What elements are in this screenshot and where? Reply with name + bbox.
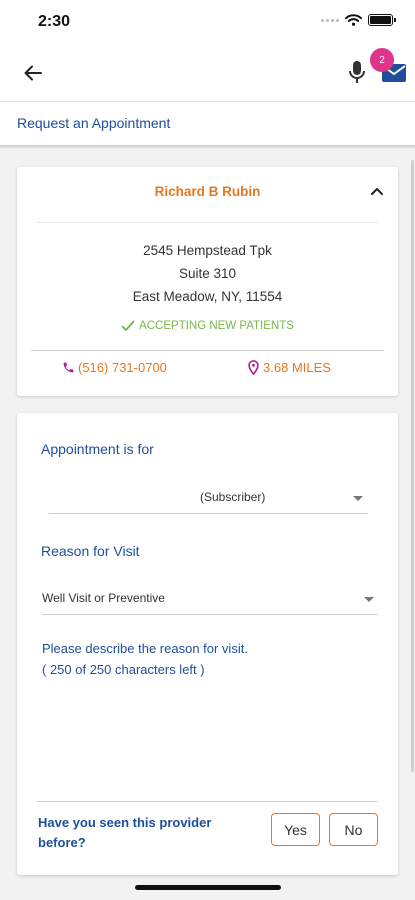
no-button[interactable]: No: [329, 813, 378, 846]
reason-value: Well Visit or Preventive: [42, 591, 165, 605]
phone-link[interactable]: (516) 731-0700: [62, 360, 167, 375]
accepting-status: ACCEPTING NEW PATIENTS: [17, 320, 398, 332]
address-suite: Suite 310: [178, 266, 237, 281]
status-bar: 2:30: [0, 0, 415, 44]
yes-button[interactable]: Yes: [271, 813, 320, 846]
header-shadow: [0, 145, 415, 149]
appointment-for-label: Appointment is for: [41, 441, 154, 457]
reason-label: Reason for Visit: [41, 543, 140, 559]
character-counter: ( 250 of 250 characters left ): [42, 662, 205, 677]
appointment-form: Appointment is for (Subscriber) Reason f…: [17, 413, 398, 875]
provider-name: Richard B Rubin: [154, 184, 261, 199]
appointment-for-value: (Subscriber): [200, 490, 266, 504]
notification-badge: 2: [370, 48, 394, 72]
distance-link[interactable]: 3.68 MILES: [248, 360, 331, 375]
card-divider: [37, 222, 378, 223]
scroll-indicator[interactable]: [411, 160, 414, 772]
form-divider: [37, 801, 378, 802]
check-icon: [121, 320, 135, 331]
back-button[interactable]: [20, 60, 46, 86]
arrow-left-icon: [24, 65, 42, 81]
collapse-button[interactable]: [368, 183, 386, 199]
microphone-icon: [349, 61, 365, 83]
dropdown-arrow-icon: [364, 597, 374, 602]
address-street: 2545 Hempstead Tpk: [143, 243, 272, 258]
dropdown-arrow-icon: [353, 496, 363, 501]
status-icons: [321, 14, 396, 26]
appointment-for-select[interactable]: (Subscriber): [49, 484, 368, 514]
signal-icon: [321, 18, 339, 22]
status-time: 2:30: [38, 13, 71, 30]
page-title: Request an Appointment: [17, 115, 171, 131]
contact-row: (516) 731-0700 3.68 MILES: [17, 360, 398, 378]
nav-bar: 2: [0, 44, 415, 102]
contact-divider: [31, 350, 384, 351]
description-placeholder: Please describe the reason for visit.: [42, 641, 248, 656]
accepting-text: ACCEPTING NEW PATIENTS: [139, 320, 294, 332]
voice-search-button[interactable]: [346, 58, 368, 88]
phone-number: (516) 731-0700: [78, 360, 167, 375]
reason-select[interactable]: Well Visit or Preventive: [42, 585, 378, 615]
location-pin-icon: [248, 360, 259, 375]
phone-icon: [63, 362, 74, 373]
reason-description-input[interactable]: Please describe the reason for visit. ( …: [42, 638, 372, 793]
battery-icon: [368, 14, 396, 26]
provider-card: Richard B Rubin 2545 Hempstead Tpk Suite…: [17, 167, 398, 396]
address-city: East Meadow, NY, 11554: [132, 289, 283, 304]
distance-text: 3.68 MILES: [263, 360, 331, 375]
page-header: Request an Appointment: [0, 102, 415, 146]
chevron-up-icon: [371, 188, 383, 195]
seen-provider-question: Have you seen this provider before?: [38, 815, 212, 850]
wifi-icon: [345, 14, 362, 26]
home-indicator[interactable]: [135, 885, 281, 890]
